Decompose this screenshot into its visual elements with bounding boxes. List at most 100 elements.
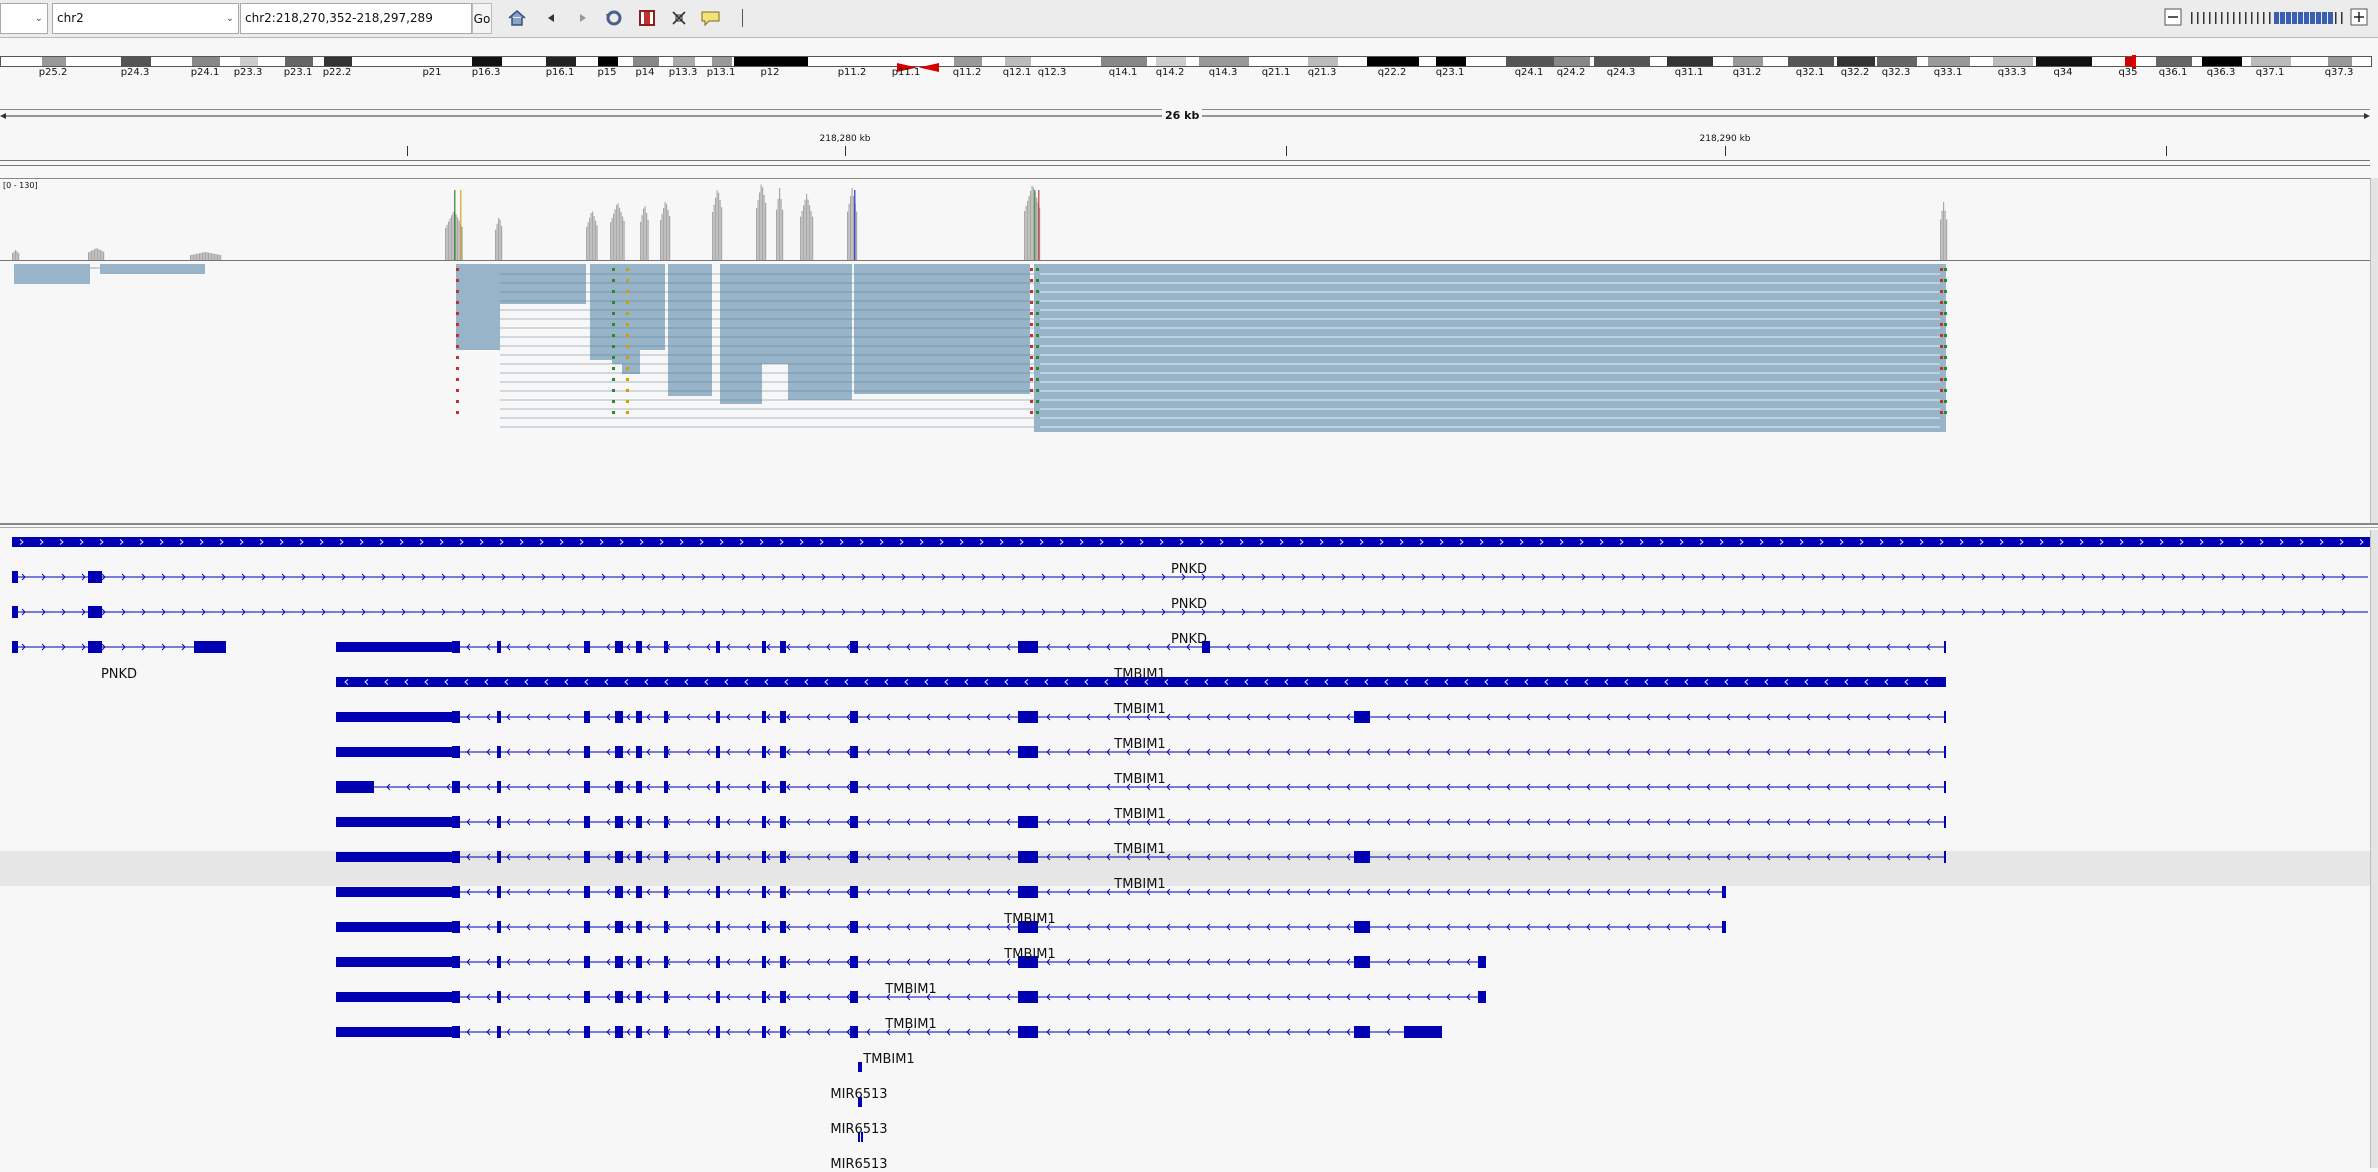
exon xyxy=(584,886,590,898)
coverage-bar xyxy=(810,210,812,260)
coverage-bar xyxy=(1943,202,1945,260)
gene-label: MIR6513 xyxy=(830,1122,888,1137)
home-button[interactable] xyxy=(506,7,528,29)
read-mismatch-mark xyxy=(1944,279,1947,282)
chromosome-ideogram[interactable] xyxy=(0,55,2372,72)
exon xyxy=(1944,816,1946,828)
home-icon xyxy=(508,10,526,26)
exon xyxy=(452,991,460,1003)
read-mismatch-mark xyxy=(612,411,615,414)
zoom-level-tick xyxy=(2209,12,2211,24)
read-mismatch-mark xyxy=(612,301,615,304)
ideogram-band xyxy=(673,57,695,66)
read-mismatch-mark xyxy=(1030,312,1033,315)
forward-button[interactable] xyxy=(572,7,594,29)
exon xyxy=(336,781,374,793)
read-mismatch-mark xyxy=(1036,389,1039,392)
read-mismatch-mark xyxy=(1036,356,1039,359)
coverage-bar xyxy=(501,225,503,260)
exon xyxy=(716,641,720,653)
read-mismatch-mark xyxy=(1944,345,1947,348)
locus-input[interactable]: chr2:218,270,352-218,297,289 xyxy=(240,3,472,34)
ideogram-band-label: q22.2 xyxy=(1377,67,1407,78)
exon xyxy=(762,886,766,898)
ideogram-band xyxy=(954,57,982,66)
coverage-bar xyxy=(499,219,501,260)
exon xyxy=(664,851,668,863)
read-mismatch-mark xyxy=(1030,268,1033,271)
coverage-bar xyxy=(589,217,591,260)
gene-annotation-track[interactable] xyxy=(0,530,2370,1168)
zoom-slider[interactable] xyxy=(2188,10,2346,26)
gene-label: MIR6513 xyxy=(830,1157,888,1172)
alignment-track[interactable] xyxy=(0,262,2370,432)
zoom-level-tick xyxy=(2316,12,2321,24)
exon xyxy=(452,746,460,758)
ideogram-band xyxy=(1506,57,1554,66)
read-mismatch-mark xyxy=(1940,345,1943,348)
coverage-bar xyxy=(664,202,666,260)
genome-select[interactable]: ⌄ xyxy=(0,3,48,34)
read-mismatch-mark xyxy=(1036,268,1039,271)
coverage-bar xyxy=(202,252,204,260)
read-mismatch-mark xyxy=(1036,290,1039,293)
exon xyxy=(664,816,668,828)
feature-panel-scrollbar[interactable] xyxy=(2370,530,2378,1168)
read-block xyxy=(14,264,90,284)
ideogram-band-label: q36.3 xyxy=(2206,67,2236,78)
ideogram-band-label: p16.3 xyxy=(471,67,501,78)
zoom-in-button[interactable] xyxy=(2350,8,2368,26)
popup-info-button[interactable] xyxy=(700,7,722,29)
read-mismatch-mark xyxy=(1030,290,1033,293)
ideogram-band xyxy=(1788,57,1834,66)
exon xyxy=(497,886,501,898)
read-mismatch-mark xyxy=(1944,323,1947,326)
coverage-bar xyxy=(718,192,720,260)
read-mismatch-mark xyxy=(1030,400,1033,403)
read-mismatch-mark xyxy=(612,378,615,381)
read-mismatch-mark xyxy=(1030,323,1033,326)
data-panel-scrollbar[interactable] xyxy=(2370,178,2378,523)
go-button[interactable]: Go xyxy=(472,3,492,34)
ruler-span-label: 26 kb xyxy=(1162,109,1203,122)
exon xyxy=(636,1026,642,1038)
exon xyxy=(636,921,642,933)
centromere-marker xyxy=(897,57,939,72)
coverage-bar xyxy=(451,215,453,260)
back-button[interactable] xyxy=(540,7,562,29)
exon xyxy=(850,816,858,828)
coverage-bar xyxy=(610,222,612,260)
resize-button[interactable] xyxy=(668,7,690,29)
ideogram-band xyxy=(2202,57,2242,66)
chromosome-value: chr2 xyxy=(57,11,84,25)
coverage-bar xyxy=(95,248,97,260)
exon xyxy=(88,571,102,583)
read-mismatch-mark xyxy=(626,345,629,348)
read-mismatch-mark xyxy=(1940,411,1943,414)
exon xyxy=(636,641,642,653)
read-mismatch-mark xyxy=(626,312,629,315)
panel-divider xyxy=(0,523,2378,525)
region-of-interest-icon xyxy=(639,10,655,26)
coverage-bar xyxy=(614,209,616,260)
refresh-button[interactable] xyxy=(603,7,625,29)
roi-button[interactable] xyxy=(636,7,658,29)
coverage-bar xyxy=(848,203,850,260)
coverage-bar xyxy=(445,227,447,260)
exon xyxy=(762,1026,766,1038)
exon xyxy=(780,956,786,968)
chromosome-select[interactable]: chr2 ⌄ xyxy=(52,3,239,34)
coverage-bar xyxy=(449,218,451,260)
read-block xyxy=(456,264,500,350)
zoom-level-tick xyxy=(2203,12,2205,24)
read-mismatch-mark xyxy=(626,323,629,326)
exon xyxy=(584,851,590,863)
read-mismatch-mark xyxy=(1036,301,1039,304)
gene-label: TMBIM1 xyxy=(1004,912,1056,927)
coverage-bar xyxy=(18,253,20,260)
zoom-out-button[interactable] xyxy=(2164,8,2182,26)
read-block xyxy=(1034,264,1946,432)
ideogram-band xyxy=(2251,57,2291,66)
coverage-track[interactable] xyxy=(0,180,2370,262)
exon xyxy=(1944,711,1946,723)
